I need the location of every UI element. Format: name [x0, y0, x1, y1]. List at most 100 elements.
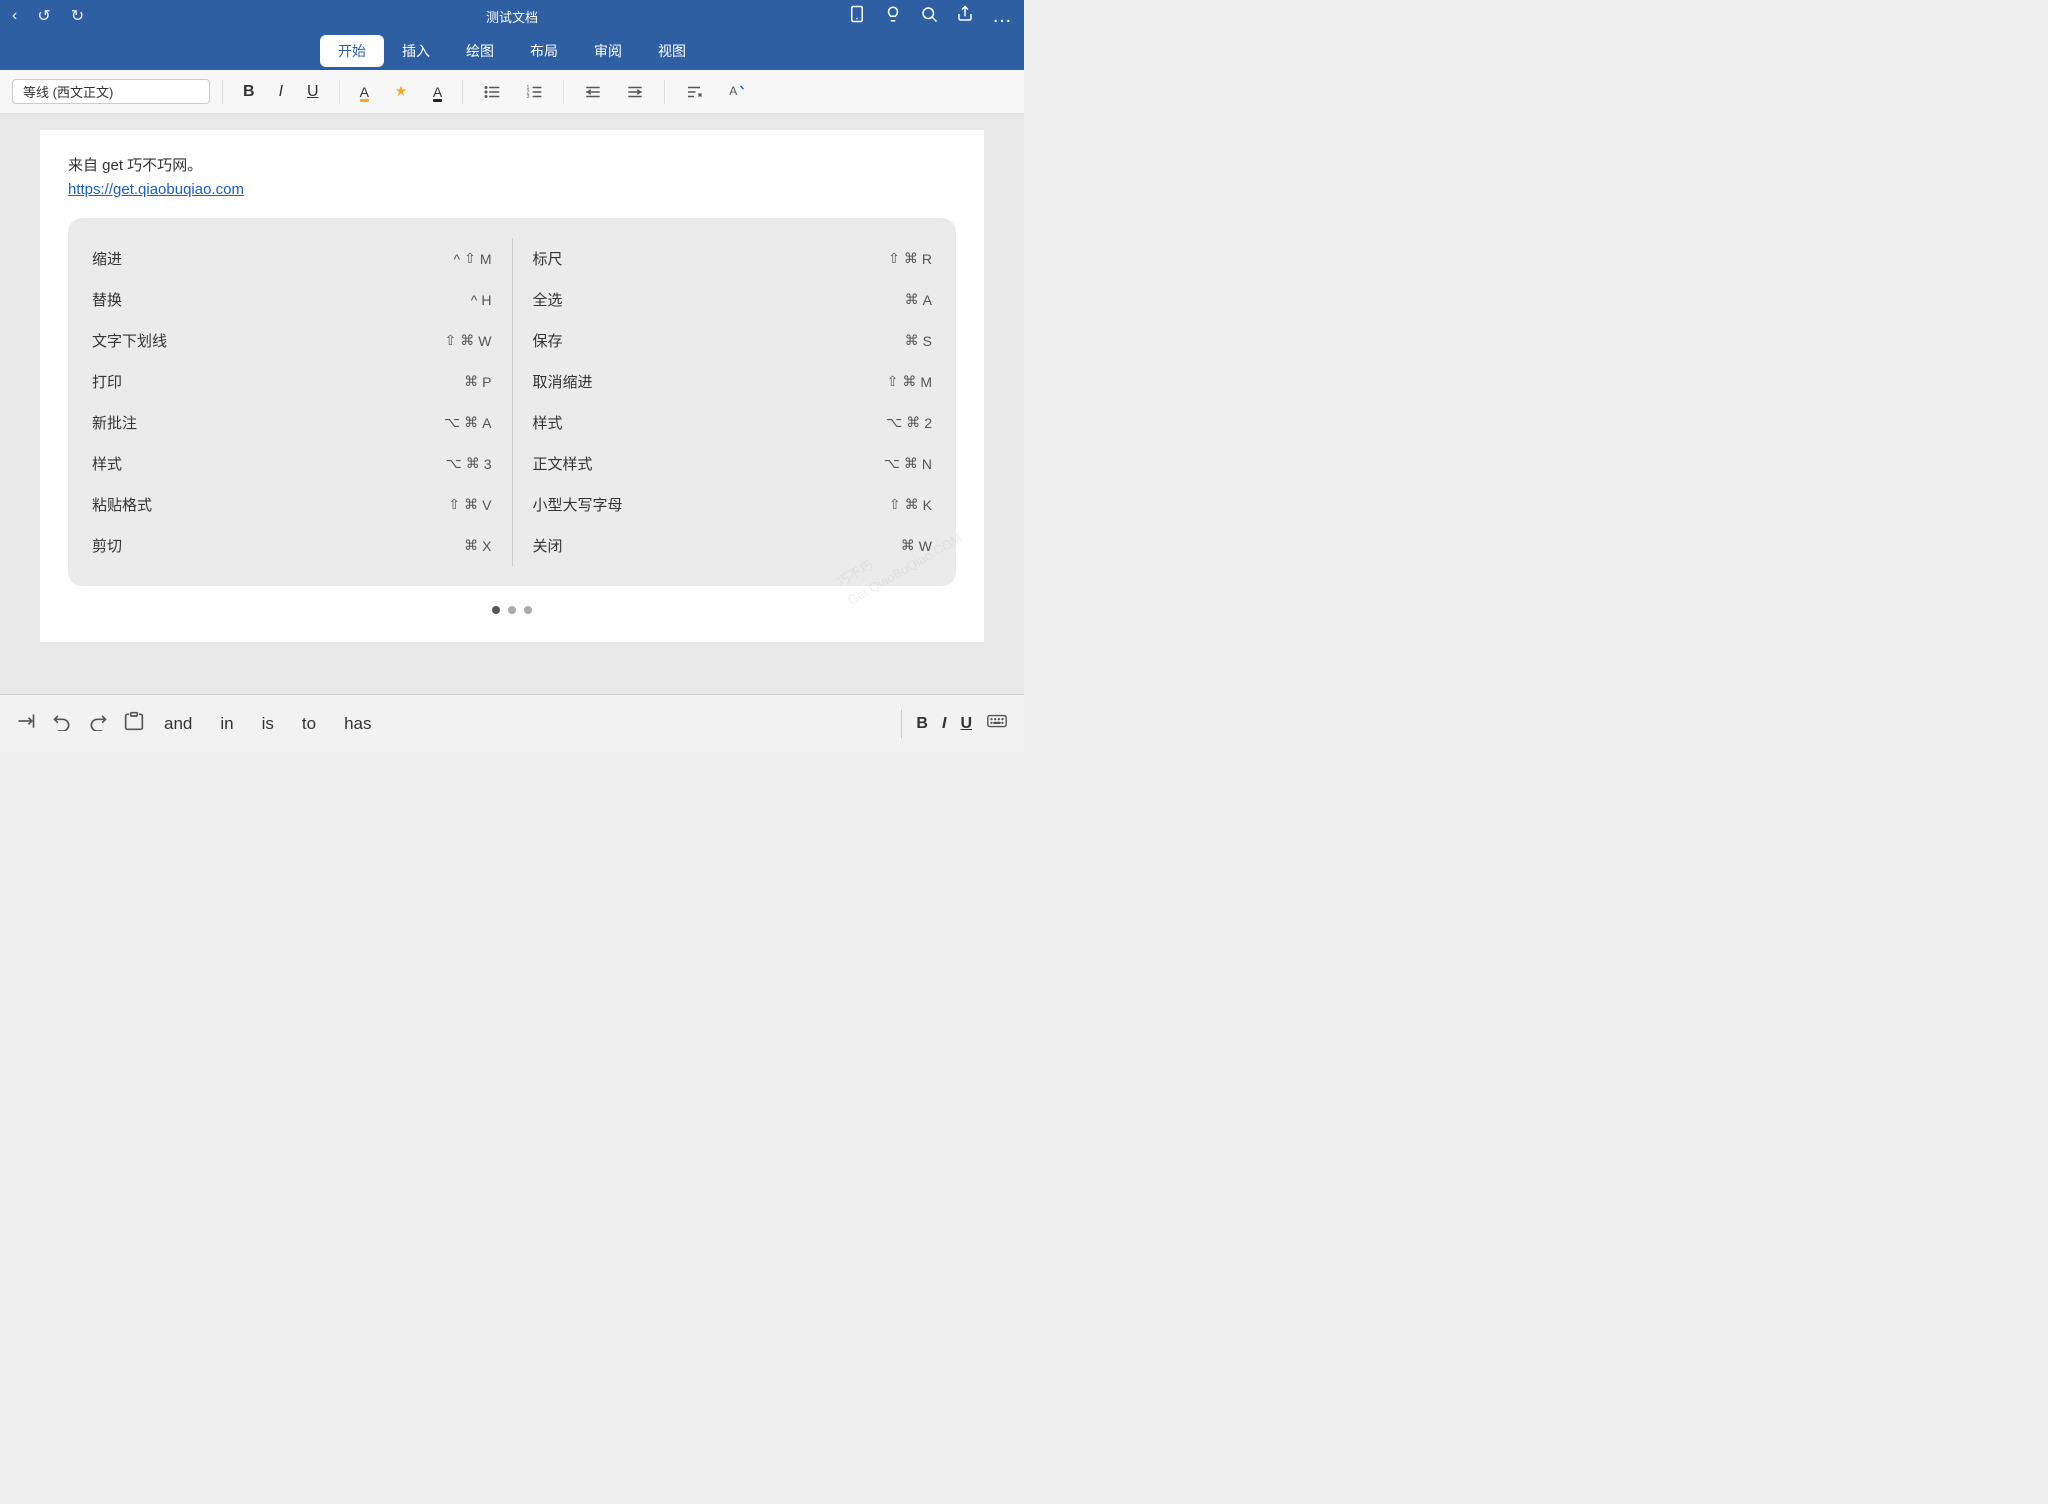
- italic-bottom-button[interactable]: I: [942, 715, 946, 733]
- menu-item-layout[interactable]: 布局: [512, 35, 576, 67]
- svg-text:3: 3: [527, 94, 530, 100]
- shortcut-keys: ⌥⌘A: [444, 414, 491, 431]
- bottom-right-controls: B I U: [901, 710, 1008, 738]
- menu-item-review[interactable]: 审阅: [576, 35, 640, 67]
- bottom-bar: and in is to has B I U: [0, 694, 1024, 752]
- shortcut-keys: ⌘S: [905, 332, 932, 349]
- bullet-list-button[interactable]: [475, 79, 509, 105]
- shortcut-column-divider: [512, 238, 513, 566]
- shortcut-label: 标尺: [533, 248, 889, 269]
- shortcut-label: 剪切: [92, 535, 464, 556]
- suggestion-and[interactable]: and: [164, 714, 192, 734]
- bottom-left-controls: [16, 711, 144, 736]
- numbered-list-button[interactable]: 123: [517, 79, 551, 105]
- word-suggestions: and in is to has: [164, 714, 372, 734]
- more-icon[interactable]: …: [992, 5, 1012, 28]
- shortcut-row: 替换 ^H: [92, 279, 492, 320]
- back-button[interactable]: ‹: [12, 7, 17, 25]
- shortcut-label: 缩进: [92, 248, 454, 269]
- pagination-dot-2[interactable]: [508, 606, 516, 614]
- document-link[interactable]: https://get.qiaobuqiao.com: [68, 181, 956, 198]
- shortcut-panel: 缩进 ^⇧M 替换 ^H 文字下划线 ⇧⌘W 打印 ⌘P: [68, 218, 956, 586]
- suggestion-has[interactable]: has: [344, 714, 371, 734]
- undo-button[interactable]: ↺: [37, 6, 50, 26]
- shortcut-keys: ⌥⌘3: [446, 455, 492, 472]
- mobile-icon[interactable]: [848, 5, 866, 28]
- pagination-dot-3[interactable]: [524, 606, 532, 614]
- shortcut-row: 关闭 ⌘W: [533, 525, 933, 566]
- toolbar: B I U A A 123: [0, 70, 1024, 114]
- shortcut-label: 粘贴格式: [92, 494, 448, 515]
- shortcut-row: 标尺 ⇧⌘R: [533, 238, 933, 279]
- font-selector[interactable]: [12, 79, 210, 104]
- menu-item-start[interactable]: 开始: [320, 35, 384, 67]
- shortcut-label: 取消缩进: [533, 371, 887, 392]
- italic-button[interactable]: I: [271, 79, 291, 105]
- shortcut-row: 取消缩进 ⇧⌘M: [533, 361, 933, 402]
- shortcut-keys: ⇧⌘W: [445, 332, 492, 349]
- svg-text:A: A: [730, 84, 738, 98]
- shortcut-row: 缩进 ^⇧M: [92, 238, 492, 279]
- shortcut-keys: ⇧⌘R: [888, 250, 932, 267]
- shortcut-keys: ⌘A: [905, 291, 932, 308]
- toolbar-divider-4: [563, 80, 564, 104]
- shortcut-keys: ^⇧M: [454, 250, 492, 267]
- menu-item-draw[interactable]: 绘图: [448, 35, 512, 67]
- shortcut-keys: ⌘P: [464, 373, 491, 390]
- paste-icon[interactable]: [124, 711, 144, 736]
- document-scroll-area[interactable]: 来自 get 巧不巧网。 https://get.qiaobuqiao.com …: [0, 114, 1024, 694]
- toolbar-divider-2: [339, 80, 340, 104]
- shortcut-row: 新批注 ⌥⌘A: [92, 402, 492, 443]
- shortcut-row: 文字下划线 ⇧⌘W: [92, 320, 492, 361]
- shortcut-row: 剪切 ⌘X: [92, 525, 492, 566]
- tab-icon[interactable]: [16, 711, 36, 736]
- underline-bottom-button[interactable]: U: [960, 715, 972, 733]
- bottom-right-separator: [901, 710, 902, 738]
- increase-indent-button[interactable]: [618, 79, 652, 105]
- menu-item-view[interactable]: 视图: [640, 35, 704, 67]
- shortcut-label: 替换: [92, 289, 471, 310]
- share-icon[interactable]: [956, 5, 974, 28]
- shortcut-label: 样式: [533, 412, 887, 433]
- underline-button[interactable]: U: [299, 79, 327, 105]
- decrease-indent-button[interactable]: [576, 79, 610, 105]
- shortcut-label: 样式: [92, 453, 446, 474]
- pagination-dot-1[interactable]: [492, 606, 500, 614]
- shortcut-row: 样式 ⌥⌘3: [92, 443, 492, 484]
- undo-bottom-button[interactable]: [52, 711, 72, 736]
- shortcut-label: 关闭: [533, 535, 901, 556]
- toolbar-divider-1: [222, 80, 223, 104]
- font-color-button[interactable]: A: [352, 80, 377, 104]
- bold-button[interactable]: B: [235, 79, 263, 105]
- pagination-dots: [68, 596, 956, 618]
- suggestion-to[interactable]: to: [302, 714, 316, 734]
- shortcut-keys: ⌥⌘2: [886, 414, 932, 431]
- shortcut-label: 正文样式: [533, 453, 884, 474]
- redo-button[interactable]: ↻: [71, 6, 84, 26]
- shortcut-keys: ⌘W: [901, 537, 932, 554]
- shortcut-label: 打印: [92, 371, 464, 392]
- keyboard-icon[interactable]: [986, 710, 1008, 737]
- clear-format-button[interactable]: [677, 79, 711, 105]
- shortcut-keys: ⌥⌘N: [884, 455, 932, 472]
- menu-item-insert[interactable]: 插入: [384, 35, 448, 67]
- highlight-button[interactable]: [385, 80, 417, 104]
- title-bar-left: ‹ ↺ ↻: [12, 6, 84, 26]
- suggestion-is[interactable]: is: [262, 714, 274, 734]
- shortcut-keys: ^H: [471, 292, 492, 308]
- shortcut-row: 粘贴格式 ⇧⌘V: [92, 484, 492, 525]
- text-underline-color-button[interactable]: A: [425, 80, 450, 104]
- document-page: 来自 get 巧不巧网。 https://get.qiaobuqiao.com …: [40, 130, 984, 642]
- bulb-icon[interactable]: [884, 5, 902, 28]
- suggestion-in[interactable]: in: [220, 714, 233, 734]
- shortcut-row: 正文样式 ⌥⌘N: [533, 443, 933, 484]
- shortcut-label: 小型大写字母: [533, 494, 889, 515]
- redo-bottom-button[interactable]: [88, 711, 108, 736]
- paragraph-format-button[interactable]: A: [719, 79, 753, 105]
- search-icon[interactable]: [920, 5, 938, 28]
- document-text: 来自 get 巧不巧网。: [68, 154, 956, 175]
- shortcut-label: 全选: [533, 289, 905, 310]
- shortcut-label: 新批注: [92, 412, 444, 433]
- shortcut-keys: ⇧⌘V: [448, 496, 491, 513]
- bold-bottom-button[interactable]: B: [916, 715, 928, 733]
